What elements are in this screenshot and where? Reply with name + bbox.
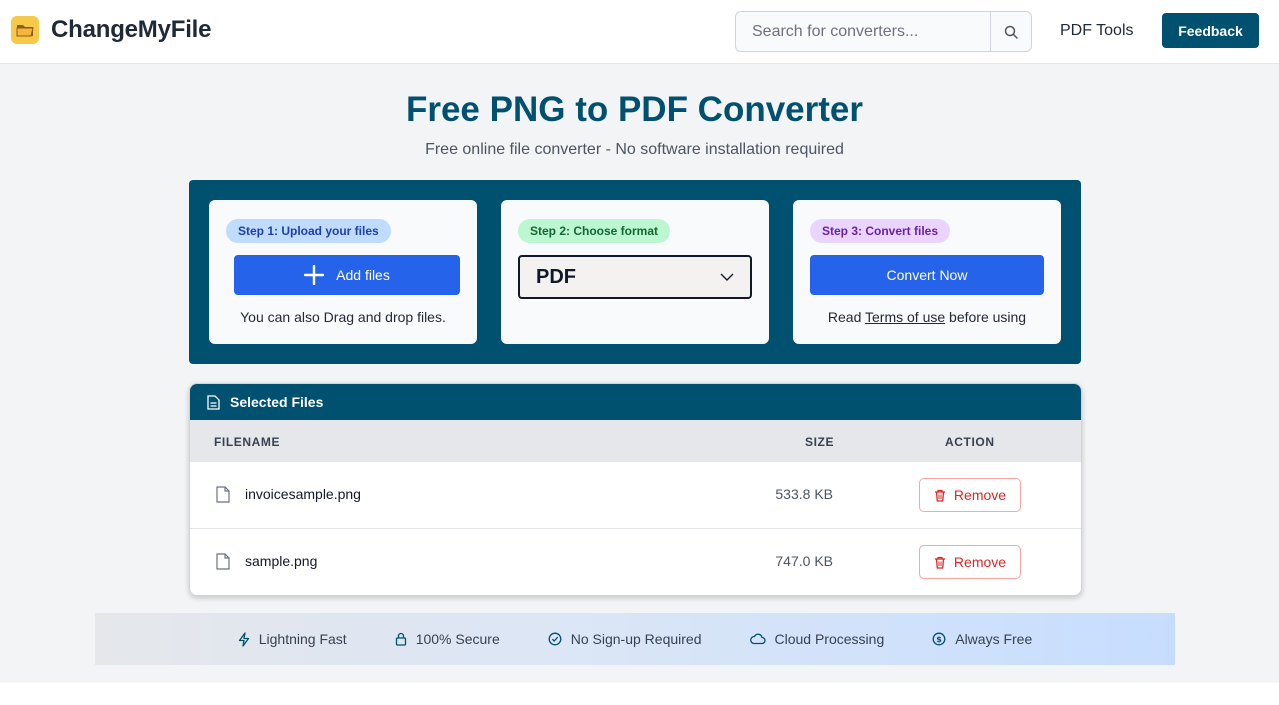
feature-label: 100% Secure — [415, 631, 500, 647]
feature-label: Cloud Processing — [774, 631, 885, 647]
remove-label: Remove — [953, 554, 1007, 570]
search-button[interactable] — [990, 12, 1031, 51]
cloud-icon — [749, 633, 766, 645]
step-convert-card: Step 3: Convert files Convert Now Read T… — [793, 200, 1061, 344]
step2-badge: Step 2: Choose format — [518, 219, 671, 243]
column-action: ACTION — [945, 435, 995, 449]
column-size: SIZE — [805, 435, 835, 449]
nav-pdf-tools[interactable]: PDF Tools — [1060, 22, 1134, 40]
file-icon — [216, 553, 230, 575]
format-select[interactable]: PDF — [518, 255, 752, 299]
step1-badge: Step 1: Upload your files — [226, 219, 391, 243]
feature-item: Cloud Processing — [749, 631, 885, 647]
step-format-card: Step 2: Choose format PDF — [501, 200, 769, 344]
format-select-value: PDF — [536, 265, 576, 288]
brand-name: ChangeMyFile — [51, 16, 212, 43]
add-files-label: Add files — [336, 267, 390, 283]
file-name: sample.png — [245, 553, 318, 569]
document-icon — [207, 394, 220, 410]
file-size: 747.0 KB — [775, 553, 833, 569]
top-header: ChangeMyFile PDF Tools Feedback — [0, 0, 1279, 64]
feature-item: Lightning Fast — [238, 631, 347, 647]
brand-logo[interactable]: ChangeMyFile — [11, 16, 211, 44]
lightning-icon — [238, 631, 250, 647]
plus-icon — [304, 265, 325, 285]
convert-now-button[interactable]: Convert Now — [810, 255, 1044, 295]
svg-text:$: $ — [936, 635, 942, 644]
folder-icon — [11, 16, 39, 44]
feature-item: 100% Secure — [395, 631, 500, 647]
page-subtitle: Free online file converter - No software… — [425, 141, 844, 158]
file-name: invoicesample.png — [245, 486, 361, 502]
table-row: invoicesample.png 533.8 KB Remove — [190, 462, 1081, 529]
terms-of-use-link[interactable]: Terms of use — [865, 309, 945, 325]
file-icon — [216, 486, 230, 508]
remove-file-button[interactable]: Remove — [919, 478, 1021, 512]
step-upload-card: Step 1: Upload your files Add files You … — [209, 200, 477, 344]
feature-label: No Sign-up Required — [570, 631, 702, 647]
selected-files-panel: Selected Files FILENAME SIZE ACTION invo… — [189, 383, 1082, 596]
remove-label: Remove — [953, 487, 1007, 503]
terms-note-prefix: Read — [827, 309, 865, 325]
column-filename: FILENAME — [214, 435, 281, 449]
search-input[interactable] — [736, 12, 990, 51]
remove-file-button[interactable]: Remove — [919, 545, 1021, 579]
search-bar — [735, 11, 1032, 52]
feature-label: Always Free — [955, 631, 1033, 647]
add-files-button[interactable]: Add files — [234, 255, 460, 295]
files-table-header: FILENAME SIZE ACTION — [190, 420, 1081, 462]
page-footer-area — [0, 683, 1279, 705]
dollar-circle-icon: $ — [932, 632, 946, 646]
page-title: Free PNG to PDF Converter — [405, 90, 864, 129]
check-circle-icon — [548, 632, 562, 646]
search-icon — [1004, 25, 1018, 39]
terms-note-suffix: before using — [945, 309, 1027, 325]
converter-steps-panel: Step 1: Upload your files Add files You … — [189, 180, 1081, 364]
selected-files-header: Selected Files — [190, 384, 1081, 420]
feature-strip: Lightning Fast 100% Secure No Sign-up Re… — [95, 613, 1175, 665]
feature-item: No Sign-up Required — [548, 631, 702, 647]
drag-drop-hint: You can also Drag and drop files. — [240, 309, 446, 325]
step3-badge: Step 3: Convert files — [810, 219, 951, 243]
feedback-button[interactable]: Feedback — [1162, 13, 1259, 48]
trash-icon — [934, 556, 946, 569]
terms-note: Read Terms of use before using — [793, 309, 1061, 325]
chevron-down-icon — [720, 273, 734, 281]
feature-label: Lightning Fast — [258, 631, 347, 647]
file-size: 533.8 KB — [775, 486, 833, 502]
table-row: sample.png 747.0 KB Remove — [190, 529, 1081, 595]
feature-item: $ Always Free — [932, 631, 1032, 647]
selected-files-title: Selected Files — [230, 394, 324, 410]
trash-icon — [934, 489, 946, 502]
lock-icon — [395, 632, 407, 646]
